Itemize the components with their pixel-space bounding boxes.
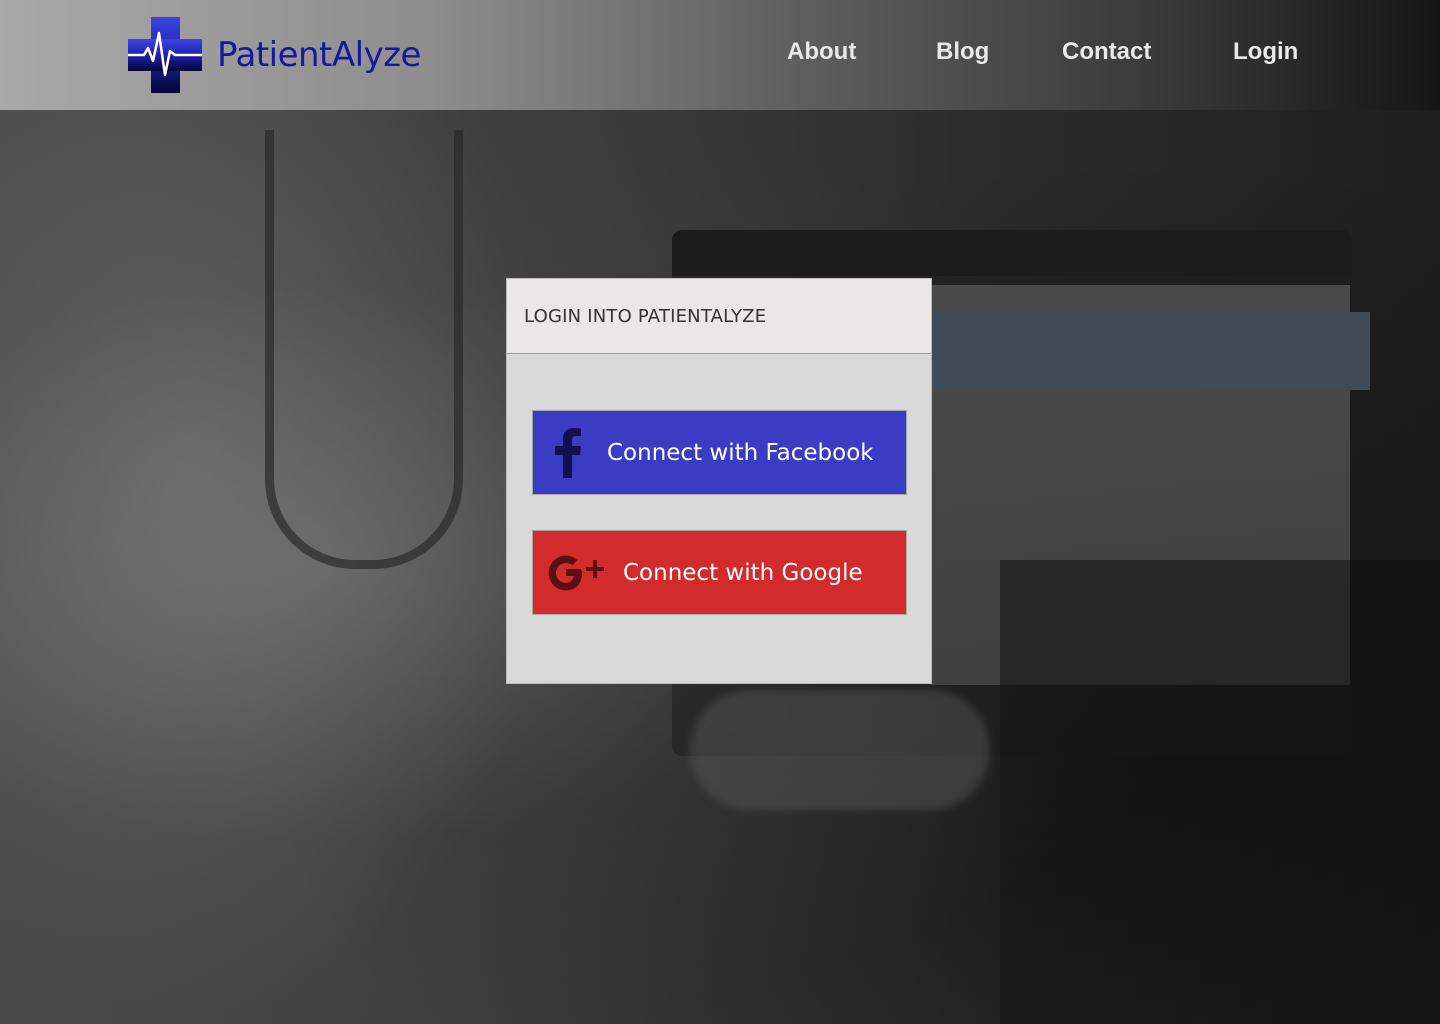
- nav-link-blog[interactable]: Blog: [936, 38, 989, 66]
- background-photo-stethoscope: [265, 130, 463, 569]
- main-nav: About Blog Contact Login: [0, 38, 1440, 72]
- nav-link-contact[interactable]: Contact: [1062, 38, 1151, 66]
- background-photo-screen-band: [930, 312, 1370, 390]
- background-photo-shadow: [1000, 560, 1440, 1024]
- background-photo-hand: [690, 690, 990, 810]
- site-header: PatientAlyze About Blog Contact Login: [0, 0, 1440, 110]
- connect-facebook-label: Connect with Facebook: [607, 439, 874, 466]
- page: PatientAlyze About Blog Contact Login LO…: [0, 0, 1440, 1024]
- login-modal: LOGIN INTO PATIENTALYZE Connect with Fac…: [506, 278, 932, 684]
- connect-facebook-button[interactable]: Connect with Facebook: [532, 410, 907, 495]
- login-modal-title: LOGIN INTO PATIENTALYZE: [507, 279, 931, 354]
- connect-google-label: Connect with Google: [623, 559, 863, 586]
- nav-link-about[interactable]: About: [787, 38, 856, 66]
- facebook-icon: [553, 427, 583, 478]
- connect-google-button[interactable]: Connect with Google: [532, 530, 907, 615]
- google-plus-icon: [547, 552, 609, 594]
- nav-link-login[interactable]: Login: [1233, 38, 1298, 66]
